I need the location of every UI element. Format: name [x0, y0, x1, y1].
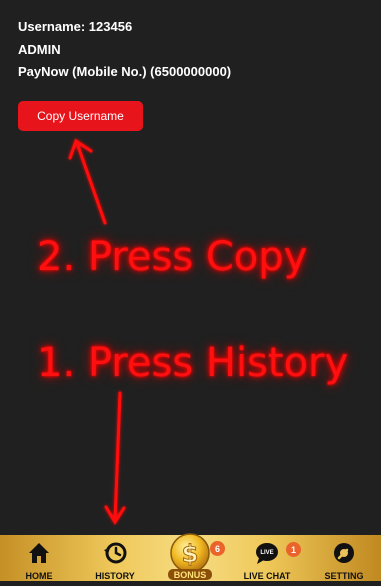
nav-home[interactable]: HOME [4, 535, 74, 581]
nav-setting[interactable]: SETTING [309, 535, 379, 581]
live-chat-count-badge: 1 [286, 542, 301, 557]
annotation-step-2: 2. Press Copy [37, 234, 308, 280]
nav-setting-label: SETTING [324, 571, 364, 581]
annotation-arrows [68, 138, 126, 525]
arrow-to-history [104, 391, 126, 525]
bonus-coin-icon: $ BONUS [168, 533, 212, 580]
nav-history[interactable]: HISTORY [80, 535, 150, 581]
payment-method: PayNow (Mobile No.) (6500000000) [18, 64, 232, 79]
nav-history-label: HISTORY [95, 571, 135, 581]
account-name: ADMIN [18, 41, 61, 57]
bonus-count-badge: 6 [210, 541, 225, 556]
annotation-step-1: 1. Press History [37, 340, 349, 386]
history-clock-icon [104, 542, 127, 564]
account-info: Username: 123456 ADMIN PayNow (Mobile No… [18, 16, 231, 84]
arrow-to-copy-button [68, 138, 107, 225]
live-chat-icon: LIVE [256, 543, 278, 564]
username-text: Username: 123456 [18, 19, 133, 34]
bonus-label: BONUS [174, 570, 207, 580]
svg-text:$: $ [182, 540, 199, 568]
live-chat-icon-text: LIVE [260, 550, 273, 556]
nav-bonus[interactable]: $ BONUS [165, 532, 215, 581]
home-icon [29, 543, 49, 563]
nav-live-chat-label: LIVE CHAT [243, 571, 291, 581]
copy-username-button[interactable]: Copy Username [18, 101, 143, 131]
nav-home-label: HOME [25, 571, 53, 581]
settings-wrench-icon [334, 543, 354, 563]
